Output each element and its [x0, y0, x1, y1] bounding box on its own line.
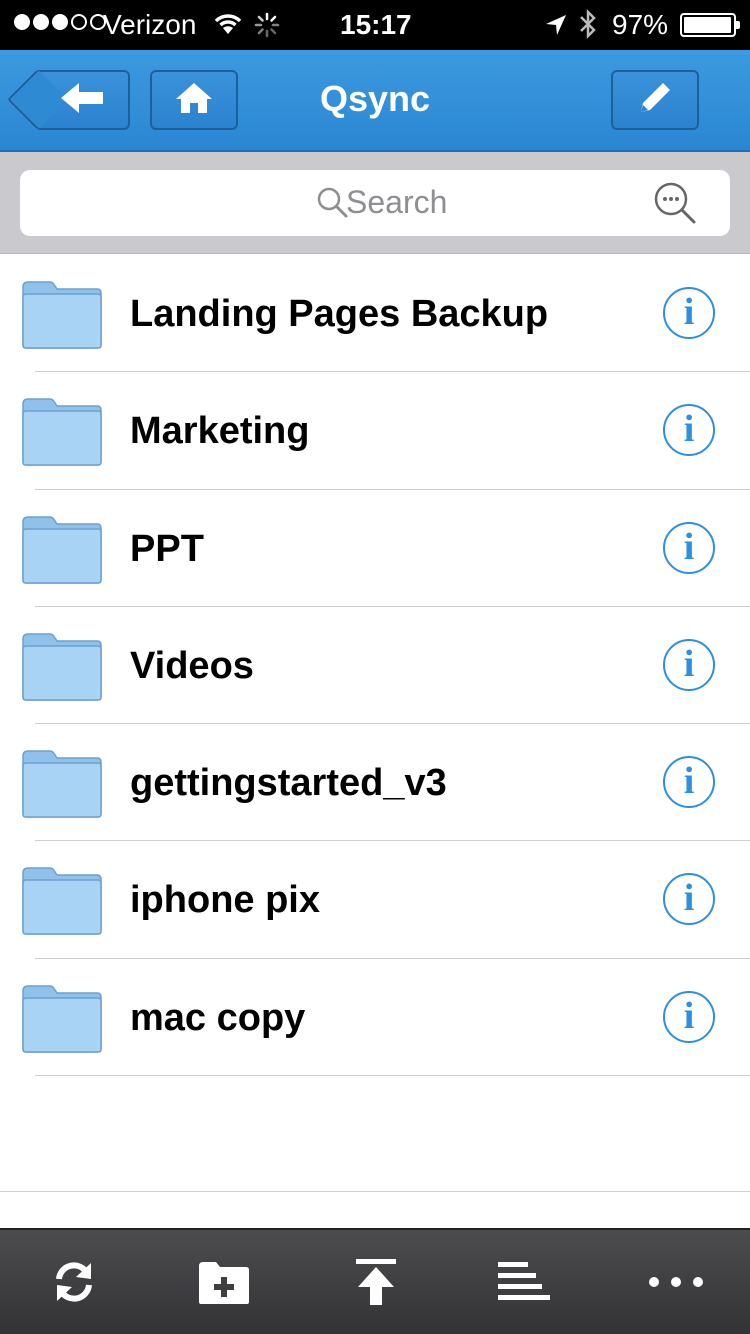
back-arrow-icon: [59, 81, 107, 120]
battery-percent: 97%: [612, 9, 669, 40]
folder-name: mac copy: [130, 996, 306, 1039]
search-icon: [316, 186, 350, 225]
carrier-label: Verizon: [103, 9, 197, 40]
sort-button[interactable]: [496, 1256, 552, 1312]
upload-icon: [354, 1257, 398, 1312]
back-button[interactable]: [7, 69, 130, 130]
info-button[interactable]: i: [663, 756, 715, 809]
signal-dots-icon: [14, 14, 106, 30]
info-button[interactable]: i: [663, 873, 715, 926]
advanced-search-icon[interactable]: [652, 180, 698, 231]
bottom-toolbar: [0, 1228, 750, 1334]
location-arrow-icon: [544, 12, 568, 44]
list-end-separator: [0, 1191, 750, 1192]
folder-icon: [22, 748, 102, 823]
folder-row[interactable]: Marketing i: [0, 372, 750, 490]
row-separator: [35, 1075, 750, 1077]
folder-name: gettingstarted_v3: [130, 762, 447, 805]
info-button[interactable]: i: [663, 521, 715, 574]
bluetooth-icon: [578, 8, 598, 46]
more-icon: [648, 1274, 704, 1295]
folder-icon: [22, 983, 102, 1058]
more-button[interactable]: [648, 1256, 704, 1312]
folder-name: iphone pix: [130, 879, 320, 922]
folder-icon: [22, 631, 102, 706]
activity-spinner-icon: [254, 12, 280, 45]
folder-list: Landing Pages Backup i Marketing i PPT i…: [0, 255, 750, 1077]
wifi-icon: [212, 10, 244, 43]
info-button[interactable]: i: [663, 287, 715, 339]
folder-row[interactable]: Videos i: [0, 607, 750, 725]
upload-button[interactable]: [348, 1256, 404, 1312]
folder-icon: [22, 396, 102, 471]
search-input[interactable]: [346, 182, 646, 222]
folder-row[interactable]: mac copy i: [0, 959, 750, 1077]
search-field[interactable]: [20, 170, 730, 236]
folder-row[interactable]: gettingstarted_v3 i: [0, 724, 750, 842]
folder-row[interactable]: PPT i: [0, 490, 750, 607]
folder-name: Marketing: [130, 410, 310, 453]
edit-button[interactable]: [611, 70, 699, 130]
folder-row[interactable]: Landing Pages Backup i: [0, 255, 750, 373]
new-folder-icon: [196, 1258, 252, 1311]
folder-icon: [22, 865, 102, 940]
status-bar: Verizon 15:17 97%: [0, 0, 750, 50]
search-bar: [0, 152, 750, 254]
folder-row[interactable]: iphone pix i: [0, 841, 750, 959]
home-icon: [174, 81, 214, 120]
info-button[interactable]: i: [663, 990, 715, 1043]
pencil-icon: [635, 78, 675, 123]
navigation-bar: Qsync: [0, 50, 750, 152]
folder-name: PPT: [130, 527, 204, 570]
folder-icon: [22, 279, 102, 354]
folder-name: Landing Pages Backup: [130, 293, 549, 335]
info-button[interactable]: i: [663, 638, 715, 691]
battery-icon: [680, 13, 740, 37]
sort-icon: [496, 1258, 552, 1311]
refresh-icon: [49, 1257, 99, 1312]
home-button[interactable]: [150, 70, 238, 130]
page-title: Qsync: [319, 78, 431, 119]
folder-icon: [22, 514, 102, 589]
clock: 15:17: [340, 9, 412, 40]
new-folder-button[interactable]: [196, 1256, 252, 1312]
folder-name: Videos: [130, 644, 254, 687]
info-button[interactable]: i: [663, 404, 715, 457]
refresh-button[interactable]: [46, 1256, 102, 1312]
